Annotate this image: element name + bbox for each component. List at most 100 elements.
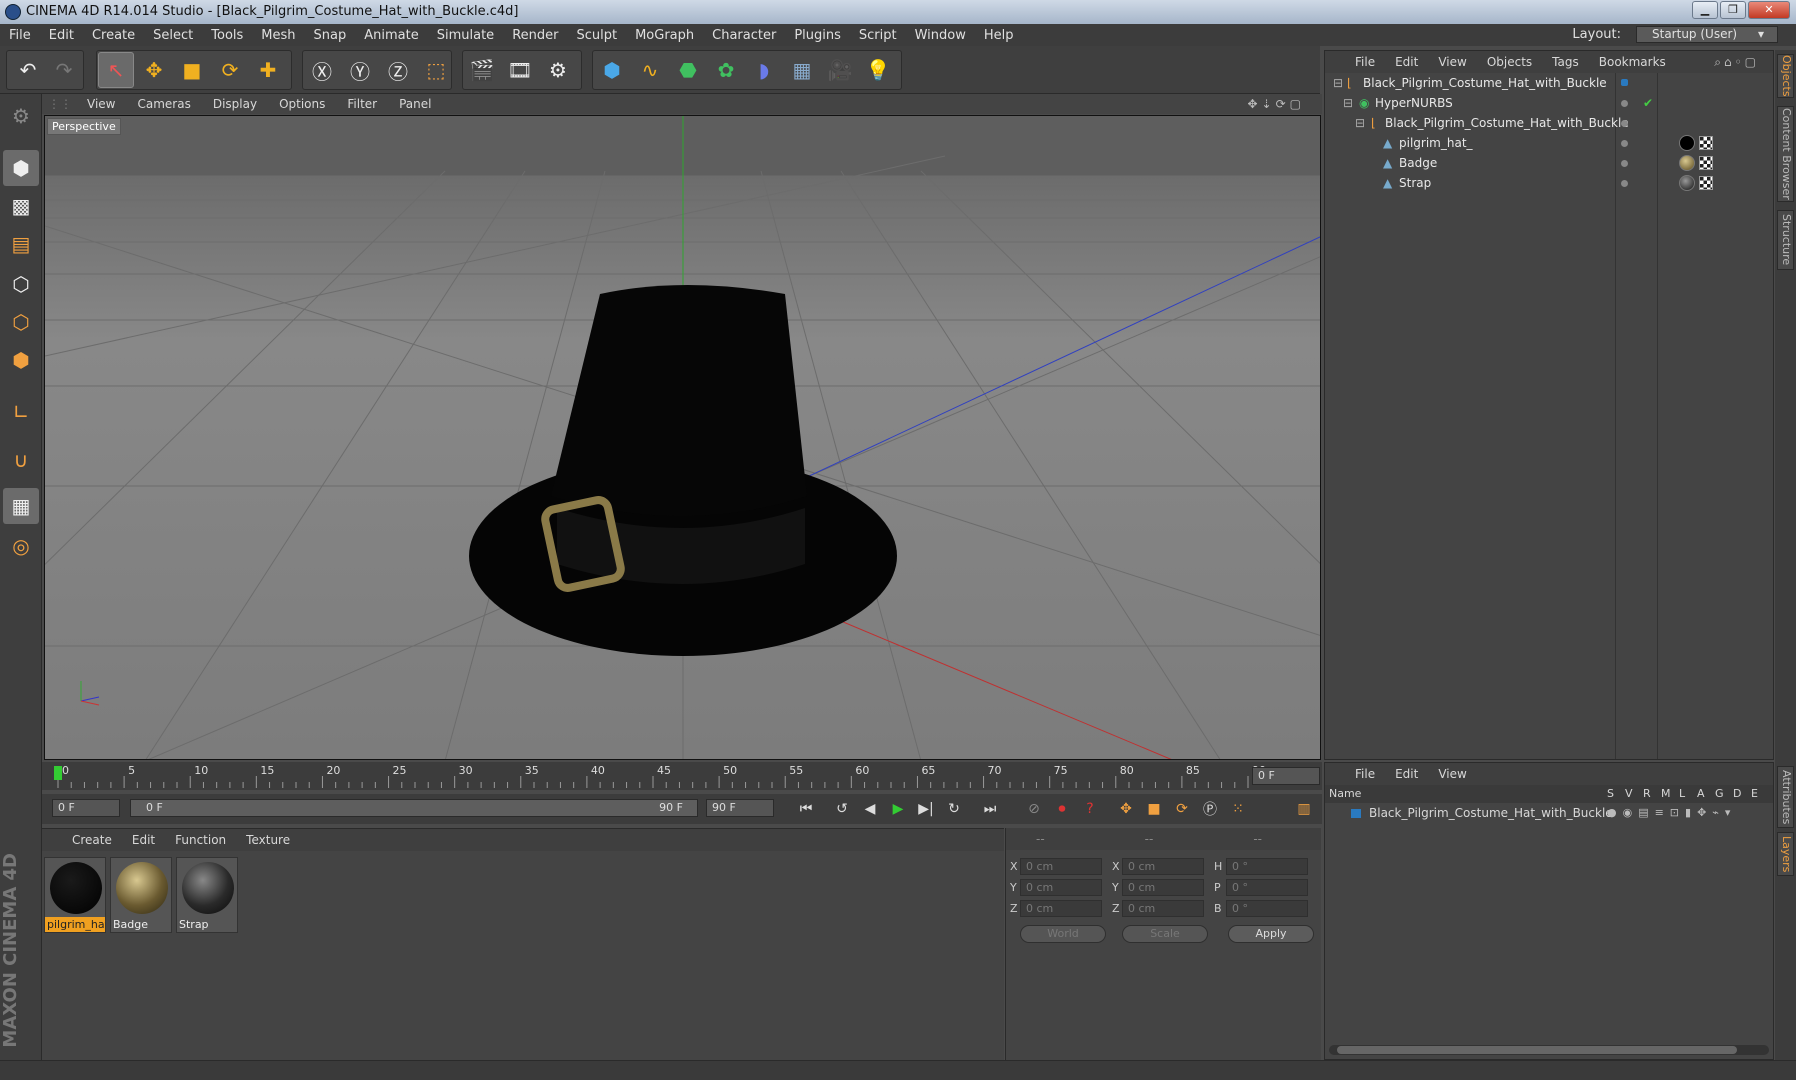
close-button[interactable]: ✕ <box>1748 1 1790 19</box>
polygons-mode-icon[interactable]: ⬢ <box>3 342 39 378</box>
editor-visibility-icon[interactable] <box>1621 100 1628 107</box>
size-x-field[interactable]: 0 cm <box>1122 858 1204 875</box>
play-icon[interactable]: ▶ <box>886 798 910 820</box>
keyframe-selection-icon[interactable]: ? <box>1078 798 1102 820</box>
floor-icon[interactable]: ▦ <box>784 52 820 88</box>
axis-mode-icon[interactable]: ∟ <box>3 394 39 430</box>
col-v[interactable]: V <box>1625 785 1643 803</box>
col-e[interactable]: E <box>1751 785 1765 803</box>
position-x-field[interactable]: 0 cm <box>1020 858 1102 875</box>
menu-window[interactable]: Window <box>906 28 975 43</box>
edges-mode-icon[interactable]: ⬡ <box>3 304 39 340</box>
editor-visibility-icon[interactable] <box>1621 120 1628 127</box>
col-a[interactable]: A <box>1697 785 1715 803</box>
go-to-start-icon[interactable]: ⏮ <box>794 798 818 820</box>
material-strap[interactable]: Strap <box>176 857 238 933</box>
viewport-menu-view[interactable]: View <box>76 97 126 111</box>
col-m[interactable]: M <box>1661 785 1679 803</box>
menu-render[interactable]: Render <box>503 28 567 43</box>
deformer-icon[interactable]: ◗ <box>746 52 782 88</box>
col-r[interactable]: R <box>1643 785 1661 803</box>
render-picture-viewer-icon[interactable]: 🎞 <box>502 52 538 88</box>
previous-frame-icon[interactable]: ◀ <box>858 798 882 820</box>
menu-select[interactable]: Select <box>144 28 202 43</box>
col-d[interactable]: D <box>1733 785 1751 803</box>
size-mode-select[interactable]: Scale <box>1122 925 1208 943</box>
layer-menu-view[interactable]: View <box>1428 767 1476 781</box>
menu-simulate[interactable]: Simulate <box>428 28 503 43</box>
camera-icon[interactable]: 🎥 <box>822 52 858 88</box>
scrollbar-thumb[interactable] <box>1337 1046 1737 1054</box>
enabled-check-icon[interactable]: ✔ <box>1643 93 1653 113</box>
menu-help[interactable]: Help <box>975 28 1023 43</box>
current-frame-field[interactable]: 0 F <box>1252 767 1320 785</box>
menu-file[interactable]: File <box>0 28 40 43</box>
menu-tools[interactable]: Tools <box>202 28 252 43</box>
workplane-lock-icon[interactable]: ▦ <box>3 488 39 524</box>
next-keyframe-icon[interactable]: ↻ <box>942 798 966 820</box>
move-icon[interactable]: ✥ <box>136 52 172 88</box>
viewport-menu-filter[interactable]: Filter <box>336 97 388 111</box>
points-mode-icon[interactable]: ⬡ <box>3 266 39 302</box>
tree-row[interactable]: ▲ Strap <box>1325 173 1773 193</box>
viewport-nav-icons[interactable]: ✥⇣⟳▢ <box>1236 97 1316 111</box>
layer-menu-edit[interactable]: Edit <box>1385 767 1428 781</box>
layer-toggle-icons[interactable]: ●◉▤≡⊡▮✥⌁▾ <box>1607 803 1736 823</box>
record-disabled-icon[interactable]: ⊘ <box>1022 798 1046 820</box>
viewport-menu-cameras[interactable]: Cameras <box>126 97 201 111</box>
render-view-icon[interactable]: 🎬 <box>464 52 500 88</box>
nurbs-icon[interactable]: ⬣ <box>670 52 706 88</box>
cube-icon[interactable]: ⬢ <box>594 52 630 88</box>
3d-viewport[interactable]: Perspective <box>44 115 1321 760</box>
array-icon[interactable]: ✿ <box>708 52 744 88</box>
material-menu-edit[interactable]: Edit <box>122 833 165 847</box>
minimize-button[interactable]: ▁ <box>1692 1 1718 19</box>
uvw-tag-icon[interactable] <box>1699 156 1713 170</box>
material-pilgrim-hat[interactable]: pilgrim_hat <box>44 857 106 933</box>
material-menu-create[interactable]: Create <box>62 833 122 847</box>
material-tag-icon[interactable] <box>1679 135 1695 151</box>
viewport-menu-panel[interactable]: Panel <box>388 97 442 111</box>
timeline[interactable]: 051015202530354045505560657075808590 0 F <box>42 762 1322 790</box>
editor-visibility-icon[interactable] <box>1621 160 1628 167</box>
size-z-field[interactable]: 0 cm <box>1122 900 1204 917</box>
editor-visibility-icon[interactable] <box>1621 140 1628 147</box>
undo-icon[interactable]: ↶ <box>10 52 46 88</box>
position-y-field[interactable]: 0 cm <box>1020 879 1102 896</box>
spline-icon[interactable]: ∿ <box>632 52 668 88</box>
tab-layers[interactable]: Layers <box>1777 832 1794 876</box>
uvw-tag-icon[interactable] <box>1699 136 1713 150</box>
col-l[interactable]: L <box>1679 785 1697 803</box>
tree-row[interactable]: ⊟ ⌊ Black_Pilgrim_Costume_Hat_with_Buckl… <box>1325 73 1773 93</box>
tab-content-browser[interactable]: Content Browser <box>1777 106 1794 202</box>
texture-mode-icon[interactable]: ▩ <box>3 188 39 224</box>
workplane-icon[interactable]: ▤ <box>3 226 39 262</box>
tree-row[interactable]: ▲ pilgrim_hat_ <box>1325 133 1773 153</box>
rotation-p-field[interactable]: 0 ° <box>1226 879 1308 896</box>
end-frame-field[interactable]: 90 F <box>706 799 774 817</box>
tree-row[interactable]: ▲ Badge <box>1325 153 1773 173</box>
live-selection-icon[interactable]: ↖ <box>98 52 134 88</box>
menu-sculpt[interactable]: Sculpt <box>567 28 626 43</box>
menu-create[interactable]: Create <box>83 28 144 43</box>
next-frame-icon[interactable]: ▶| <box>914 798 938 820</box>
layer-row[interactable]: Black_Pilgrim_Costume_Hat_with_Buckle ●◉… <box>1325 803 1773 823</box>
menu-mesh[interactable]: Mesh <box>252 28 304 43</box>
menu-character[interactable]: Character <box>703 28 785 43</box>
col-s[interactable]: S <box>1607 785 1625 803</box>
menu-animate[interactable]: Animate <box>355 28 427 43</box>
menu-mograph[interactable]: MoGraph <box>626 28 703 43</box>
layer-scrollbar[interactable] <box>1329 1045 1769 1055</box>
viewport-menu-options[interactable]: Options <box>268 97 336 111</box>
object-menu-view[interactable]: View <box>1428 55 1476 69</box>
start-frame-field[interactable]: 0 F <box>52 799 120 817</box>
material-menu-function[interactable]: Function <box>165 833 236 847</box>
z-axis-icon[interactable]: Ⓩ <box>380 52 416 88</box>
playhead[interactable] <box>54 766 62 780</box>
material-menu-texture[interactable]: Texture <box>236 833 300 847</box>
key-position-icon[interactable]: ✥ <box>1114 798 1138 820</box>
key-scale-icon[interactable]: ■ <box>1142 798 1166 820</box>
scale-icon[interactable]: ■ <box>174 52 210 88</box>
collapse-icon[interactable]: ⊟ <box>1333 73 1343 93</box>
object-menu-objects[interactable]: Objects <box>1477 55 1542 69</box>
